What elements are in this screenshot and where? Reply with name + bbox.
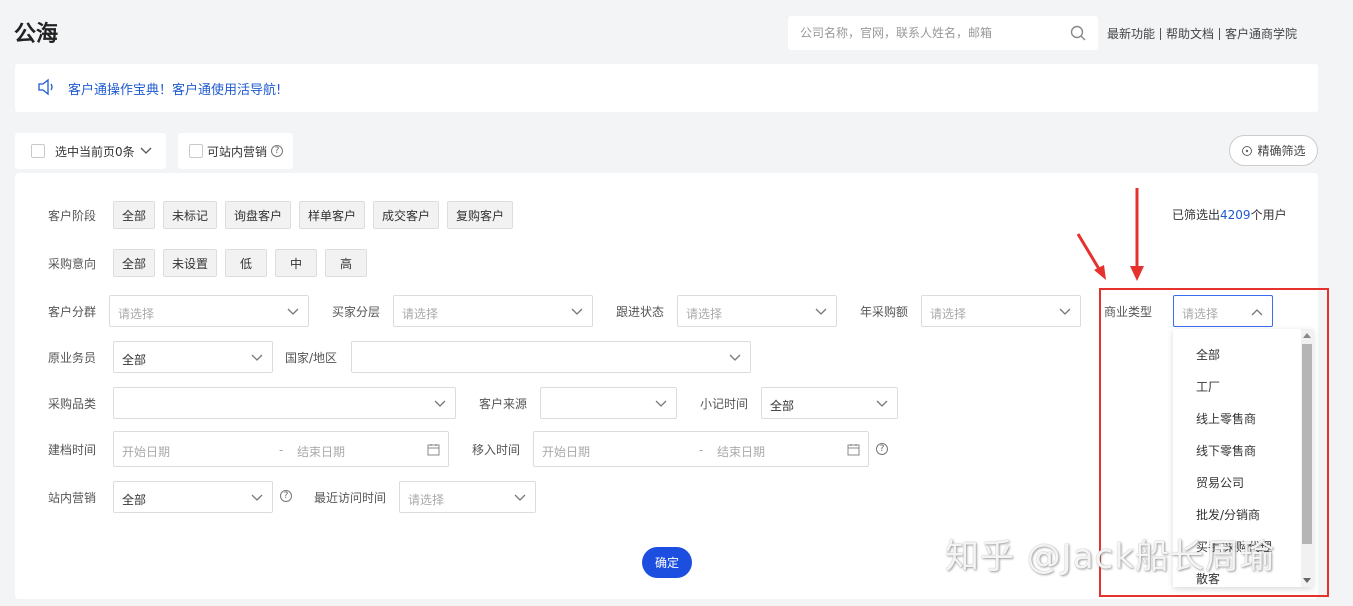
select-page-checkbox[interactable]	[31, 144, 45, 158]
confirm-button[interactable]: 确定	[642, 547, 692, 578]
intent-tag-all[interactable]: 全部	[113, 249, 155, 277]
moved-date-range[interactable]: 开始日期 - 结束日期	[533, 431, 869, 467]
stage-tag-sample[interactable]: 样单客户	[299, 201, 365, 229]
select-page-control[interactable]: 选中当前页0条	[15, 133, 166, 169]
buyer-level-select[interactable]: 请选择	[393, 295, 593, 327]
group-label: 客户分群	[48, 305, 97, 319]
search-input[interactable]	[788, 16, 1058, 50]
site-marketing-checkbox[interactable]	[189, 144, 203, 158]
stage-tag-unmarked[interactable]: 未标记	[163, 201, 217, 229]
follow-status-select[interactable]: 请选择	[677, 295, 837, 327]
buyer-level-label: 买家分层	[332, 305, 381, 319]
date-separator: -	[279, 443, 284, 457]
date-separator: -	[699, 443, 704, 457]
stage-tag-inquiry[interactable]: 询盘客户	[225, 201, 291, 229]
notice-link[interactable]: 客户通操作宝典！客户通使用活导航!	[68, 79, 281, 98]
selected-value: 全部	[122, 353, 147, 367]
moved-time-label: 移入时间	[472, 443, 521, 457]
chevron-down-icon	[251, 354, 263, 361]
country-label: 国家/地区	[285, 351, 338, 365]
intent-tag-low[interactable]: 低	[225, 249, 267, 277]
category-select[interactable]	[113, 387, 456, 419]
start-date-input[interactable]: 开始日期	[122, 443, 170, 460]
precise-filter-label: 精确筛选	[1257, 144, 1306, 158]
original-staff-label: 原业务员	[48, 351, 97, 365]
start-date-input[interactable]: 开始日期	[542, 443, 590, 460]
follow-status-label: 跟进状态	[616, 305, 665, 319]
chevron-down-icon	[571, 308, 583, 315]
search-icon[interactable]	[1070, 25, 1086, 41]
notice-bar: 客户通操作宝典！客户通使用活导航!	[15, 64, 1318, 112]
link-new-features[interactable]: 最新功能	[1107, 25, 1155, 42]
result-suffix: 个用户	[1250, 208, 1287, 222]
placeholder: 请选择	[118, 307, 155, 321]
site-marketing-filter-label: 站内营销	[48, 491, 97, 505]
chevron-down-icon	[434, 400, 446, 407]
selected-value: 全部	[770, 399, 795, 413]
placeholder: 请选择	[686, 307, 723, 321]
result-number: 4209	[1220, 208, 1251, 222]
created-date-range[interactable]: 开始日期 - 结束日期	[113, 431, 449, 467]
selected-value: 全部	[122, 493, 147, 507]
placeholder: 请选择	[402, 307, 439, 321]
filter-icon	[1242, 145, 1253, 156]
help-icon[interactable]: ?	[271, 145, 284, 157]
source-label: 客户来源	[479, 397, 528, 411]
placeholder: 请选择	[408, 493, 445, 507]
annual-purchase-label: 年采购额	[860, 305, 909, 319]
annotation-arrows	[1076, 188, 1144, 281]
select-page-label: 选中当前页0条	[55, 144, 135, 159]
stage-label: 客户阶段	[48, 209, 97, 223]
stage-tag-deal[interactable]: 成交客户	[373, 201, 439, 229]
help-icon[interactable]: ?	[876, 443, 888, 455]
category-label: 采购品类	[48, 397, 97, 411]
speaker-icon	[38, 78, 53, 96]
chevron-down-icon	[287, 308, 299, 315]
last-visit-select[interactable]: 请选择	[399, 481, 536, 513]
placeholder: 请选择	[930, 307, 967, 321]
chevron-down-icon	[729, 354, 741, 361]
calendar-icon	[427, 444, 440, 456]
source-select[interactable]	[540, 387, 677, 419]
annual-purchase-select[interactable]: 请选择	[921, 295, 1081, 327]
created-time-label: 建档时间	[48, 443, 97, 457]
chevron-down-icon	[514, 494, 526, 501]
chevron-down-icon	[815, 308, 827, 315]
group-select[interactable]: 请选择	[109, 295, 309, 327]
last-visit-label: 最近访问时间	[314, 491, 387, 505]
link-help-docs[interactable]: 帮助文档	[1166, 25, 1214, 42]
top-links: 最新功能 帮助文档 客户通商学院	[1107, 25, 1297, 42]
divider	[1219, 27, 1221, 40]
site-marketing-label: 可站内营销	[207, 144, 268, 159]
stage-tag-repurchase[interactable]: 复购客户	[447, 201, 513, 229]
link-academy[interactable]: 客户通商学院	[1225, 25, 1297, 42]
intent-tag-unset[interactable]: 未设置	[163, 249, 217, 277]
intent-tag-medium[interactable]: 中	[275, 249, 317, 277]
end-date-input[interactable]: 结束日期	[717, 443, 765, 460]
original-staff-select[interactable]: 全部	[113, 341, 273, 373]
watermark: 知乎 @Jack船长周瑜	[945, 537, 1276, 577]
site-marketing-control[interactable]: 可站内营销 ?	[178, 133, 293, 169]
divider	[1160, 27, 1162, 40]
result-prefix: 已筛选出	[1172, 208, 1221, 222]
intent-tag-high[interactable]: 高	[325, 249, 367, 277]
help-icon[interactable]: ?	[280, 490, 292, 502]
note-time-label: 小记时间	[700, 397, 749, 411]
note-time-select[interactable]: 全部	[761, 387, 898, 419]
result-count: 已筛选出4209个用户	[1172, 206, 1287, 223]
chevron-down-icon[interactable]	[140, 147, 152, 155]
search-box[interactable]	[788, 16, 1098, 50]
end-date-input[interactable]: 结束日期	[297, 443, 345, 460]
intent-label: 采购意向	[48, 257, 97, 271]
calendar-icon	[847, 444, 860, 456]
page-title: 公海	[14, 22, 59, 47]
chevron-down-icon	[876, 400, 888, 407]
country-select[interactable]	[351, 341, 751, 373]
stage-tag-all[interactable]: 全部	[113, 201, 155, 229]
chevron-down-icon	[1059, 308, 1071, 315]
chevron-down-icon	[655, 400, 667, 407]
site-marketing-select[interactable]: 全部	[113, 481, 273, 513]
chevron-down-icon	[251, 494, 263, 501]
precise-filter-button[interactable]: 精确筛选	[1229, 135, 1318, 166]
